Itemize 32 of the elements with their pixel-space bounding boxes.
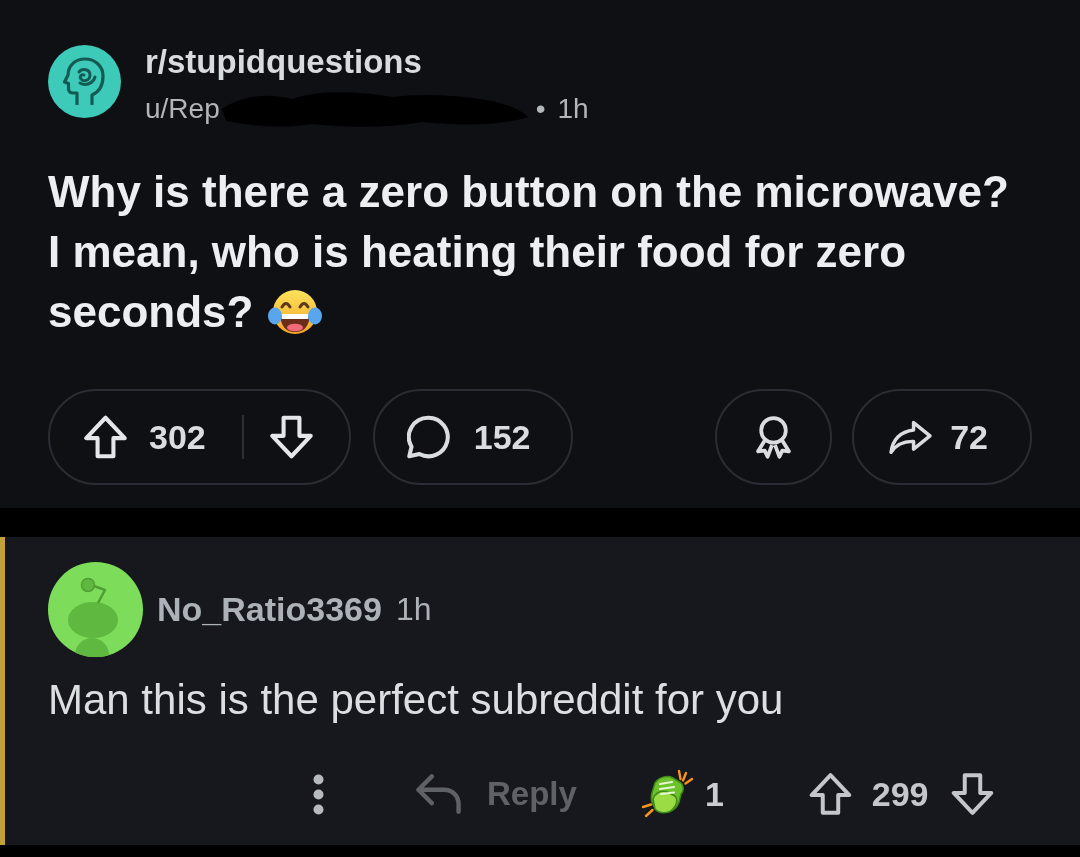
comment-text: Man this is the perfect subreddit for you [48, 675, 784, 725]
comments-button[interactable]: 152 [372, 389, 574, 485]
share-button[interactable]: 72 [852, 389, 1032, 485]
downvote-button[interactable] [950, 773, 994, 815]
subreddit-link[interactable]: r/stupidquestions [145, 42, 422, 82]
vote-count: 299 [871, 774, 929, 814]
upvote-icon [84, 415, 127, 459]
award-count: 1 [704, 774, 724, 814]
upvote-icon [808, 773, 852, 815]
clapping-hands-icon [640, 769, 694, 819]
post-title-line: seconds? [48, 286, 254, 338]
reply-icon [416, 773, 461, 815]
comment-age: 1h [395, 591, 432, 628]
upvote-button[interactable] [808, 773, 852, 815]
more-options-icon [313, 773, 324, 815]
user-avatar-icon [48, 562, 143, 657]
vote-count: 302 [149, 417, 206, 457]
post-title-line: I mean, who is heating their food for zero [48, 226, 907, 278]
post-title-line: Why is there a zero button on the microwave? [48, 166, 1009, 218]
downvote-icon [269, 415, 313, 459]
subreddit-avatar-icon [48, 45, 121, 118]
downvote-button[interactable] [269, 415, 313, 459]
author-link[interactable]: u/Rep [145, 93, 220, 125]
downvote-icon [950, 773, 994, 815]
comment-bubble-icon [406, 415, 450, 459]
laughing-emoji-icon [267, 287, 324, 337]
post-age: 1h [557, 93, 589, 125]
comment-author-link[interactable]: No_Ratio3369 [157, 590, 382, 629]
separator-dot: • [535, 93, 546, 125]
more-options-button[interactable] [313, 773, 324, 815]
upvote-button[interactable] [84, 415, 127, 459]
award-button[interactable] [715, 389, 833, 485]
